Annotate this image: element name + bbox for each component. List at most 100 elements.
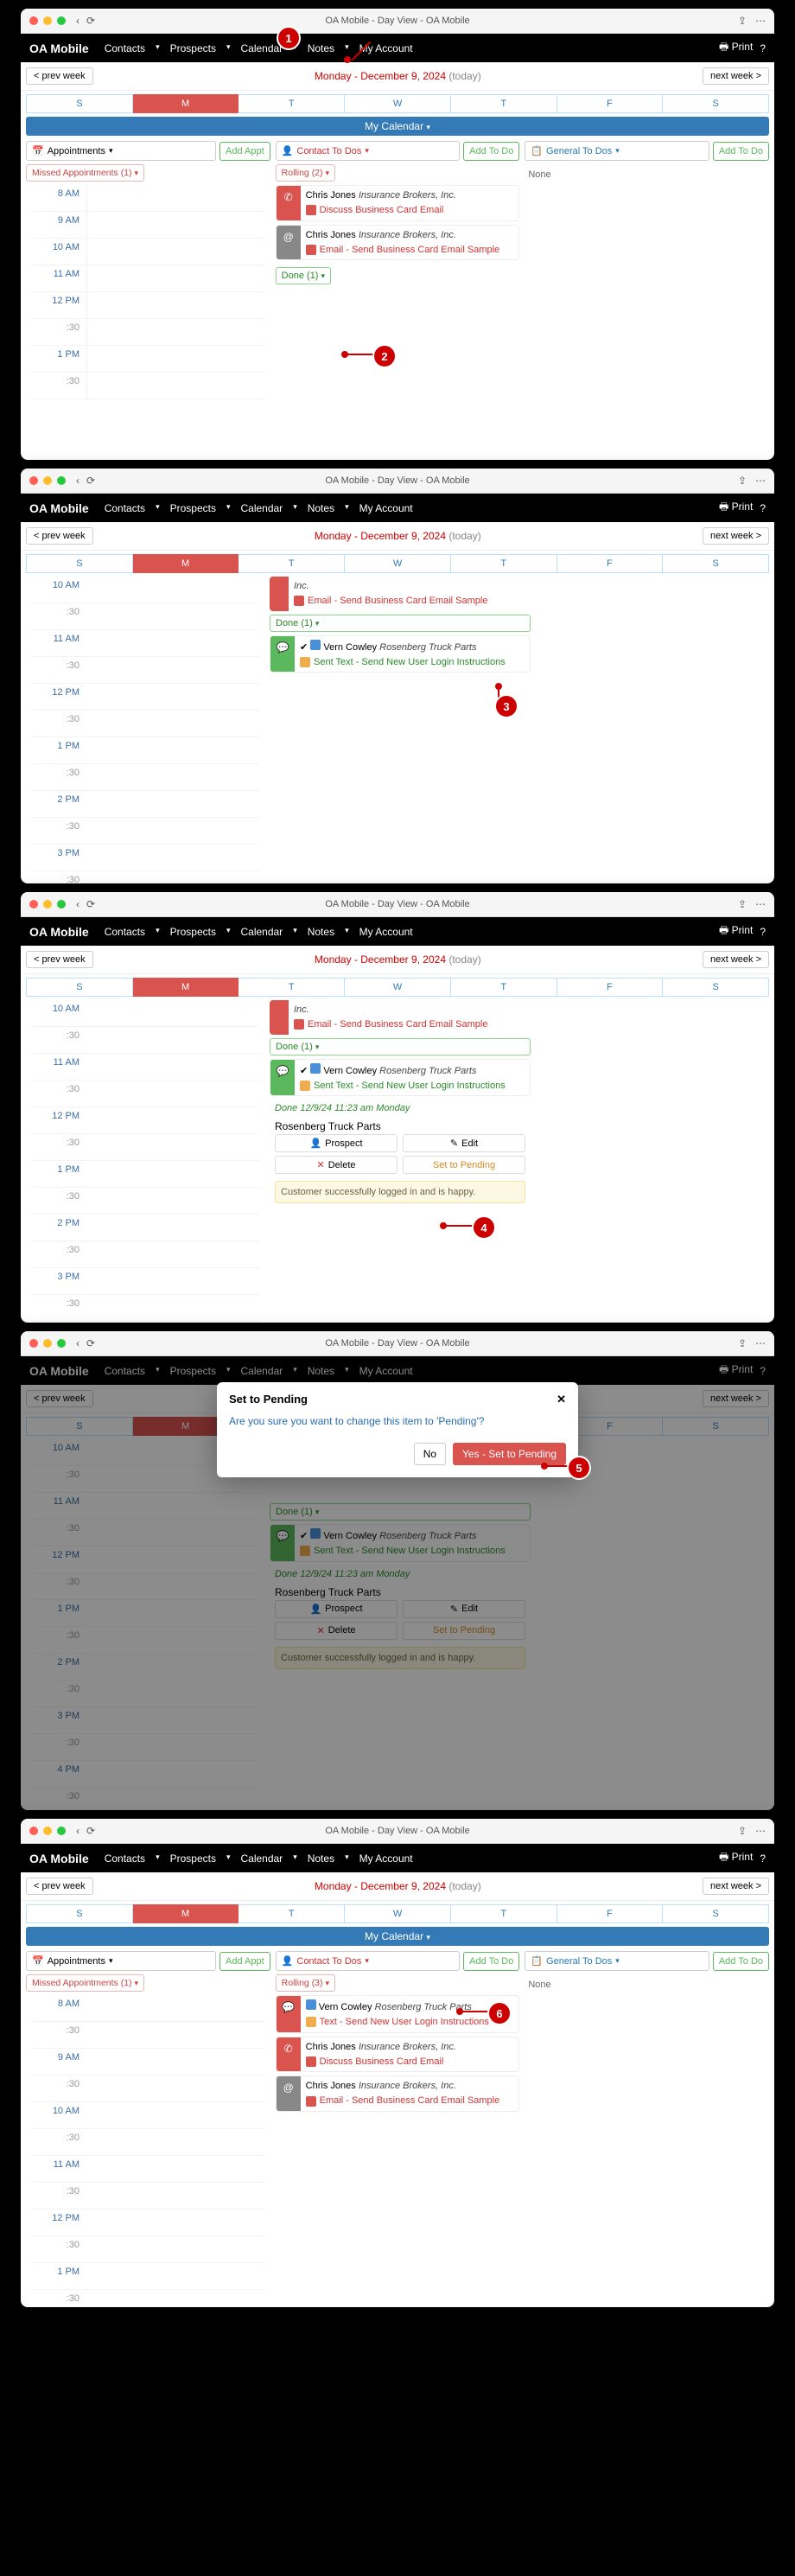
day-f[interactable]: F [557, 94, 664, 113]
modal-no-button[interactable]: No [414, 1443, 446, 1465]
rolling-chip[interactable]: Rolling (3) ▾ [276, 1974, 335, 1992]
card-chris-2[interactable]: @ Chris Jones Insurance Brokers, Inc. Em… [276, 225, 520, 261]
my-calendar-banner[interactable]: My Calendar ▾ [26, 1927, 769, 1946]
day-row: S M T W T F S [26, 94, 769, 113]
add-todo-button-2[interactable]: Add To Do [713, 142, 769, 161]
help-link[interactable]: ? [760, 42, 766, 54]
contact-todos-dropdown[interactable]: 👤 Contact To Dos ▾ [276, 141, 461, 161]
browser-nav[interactable]: ‹⟳ [76, 898, 95, 910]
day-row: S M T W T F S [26, 554, 769, 573]
timeline: 10 AM :30 11 AM :30 12 PM :30 1 PM :30 2… [26, 577, 264, 883]
day-w[interactable]: W [345, 94, 451, 113]
next-week-button[interactable]: next week > [703, 951, 769, 968]
browser-title: OA Mobile - Day View - OA Mobile [325, 475, 469, 486]
prev-week-button[interactable]: < prev week [26, 1878, 93, 1895]
browser-nav[interactable]: ‹⟳ [76, 1825, 95, 1837]
browser-nav[interactable]: ‹⟳ [76, 1337, 95, 1349]
next-week-button[interactable]: next week > [703, 1878, 769, 1895]
day-t[interactable]: T [238, 94, 345, 113]
titlebar: ‹⟳ OA Mobile - Day View - OA Mobile ⇪⋯ [21, 469, 774, 494]
time-8am: 8 AM [31, 185, 86, 211]
missed-appointments-chip[interactable]: Missed Appointments (1) ▾ [26, 164, 144, 182]
contact-todos-dropdown[interactable]: 👤 Contact To Dos ▾ [276, 1951, 461, 1971]
browser-actions[interactable]: ⇪⋯ [738, 15, 766, 27]
traffic-lights[interactable] [29, 16, 66, 25]
edit-button[interactable]: ✎ Edit [403, 1134, 525, 1152]
done-chip[interactable]: Done (1) ▾ [270, 1038, 531, 1055]
print-link[interactable]: 🖶 Print [719, 39, 753, 57]
traffic-lights[interactable] [29, 1827, 66, 1835]
modal-yes-button[interactable]: Yes - Set to Pending [453, 1443, 566, 1465]
yellow-chip-icon [306, 2017, 316, 2027]
card-vern[interactable]: 💬 ✔ Vern Cowley Rosenberg Truck Parts Se… [270, 1059, 531, 1097]
set-to-pending-button[interactable]: Set to Pending [403, 1156, 525, 1174]
done-chip[interactable]: Done (1) ▾ [270, 615, 531, 632]
phone-icon: ✆ [277, 2037, 301, 2072]
prev-week-button[interactable]: < prev week [26, 527, 93, 545]
brand[interactable]: OA Mobile [29, 501, 89, 515]
day-t2[interactable]: T [451, 94, 557, 113]
card-inc[interactable]: Inc. Email - Send Business Card Email Sa… [270, 1000, 531, 1035]
traffic-lights[interactable] [29, 476, 66, 485]
add-appt-button[interactable]: Add Appt [219, 1952, 270, 1971]
appointments-dropdown[interactable]: 📅 Appointments ▾ [26, 1951, 216, 1971]
red-chip-icon [294, 596, 304, 606]
menu-prospects[interactable]: Prospects [167, 42, 219, 54]
done-chip[interactable]: Done (1) ▾ [276, 267, 331, 284]
print-link[interactable]: 🖶 Print [719, 499, 753, 517]
card-chris-1[interactable]: ✆ Chris Jones Insurance Brokers, Inc. Di… [276, 2037, 520, 2073]
close-icon[interactable]: ✕ [556, 1393, 566, 1406]
prospect-button[interactable]: 👤Prospect [275, 1134, 398, 1152]
calendar-icon [310, 1063, 321, 1074]
main-menu[interactable]: Contacts▾ Prospects▾ Calendar▾ Notes▾ My… [101, 502, 417, 514]
middle-column: Inc. Email - Send Business Card Email Sa… [270, 577, 531, 883]
callout-1: 1 [277, 26, 301, 50]
col-general-todos: 📋 General To Dos ▾ Add To Do None [525, 141, 769, 405]
day-m[interactable]: M [133, 94, 239, 113]
browser-actions[interactable]: ⇪⋯ [738, 1337, 766, 1349]
add-appt-button[interactable]: Add Appt [219, 142, 270, 161]
browser-nav[interactable]: ‹⟳ [76, 475, 95, 487]
time-12pm: 12 PM [31, 292, 86, 318]
card-chris-2[interactable]: @ Chris Jones Insurance Brokers, Inc. Em… [276, 2075, 520, 2112]
browser-nav[interactable]: ‹⟳ [76, 15, 95, 27]
next-week-button[interactable]: next week > [703, 67, 769, 85]
help-link[interactable]: ? [760, 502, 766, 514]
general-todos-dropdown[interactable]: 📋 General To Dos ▾ [525, 1951, 709, 1971]
day-s[interactable]: S [26, 94, 133, 113]
browser-actions[interactable]: ⇪⋯ [738, 1825, 766, 1837]
chat-icon: 💬 [270, 1060, 295, 1096]
menu-notes[interactable]: Notes [304, 42, 338, 54]
appointments-dropdown[interactable]: 📅 Appointments ▾ [26, 141, 216, 161]
my-calendar-banner[interactable]: My Calendar ▾ [26, 117, 769, 136]
card-inc[interactable]: Inc. Email - Send Business Card Email Sa… [270, 577, 531, 611]
calendar-icon [310, 640, 321, 650]
delete-button[interactable]: ✕Delete [275, 1156, 398, 1174]
card-vern[interactable]: 💬 ✔ Vern Cowley Rosenberg Truck Parts Se… [270, 635, 531, 673]
traffic-lights[interactable] [29, 900, 66, 909]
titlebar: ‹⟳ OA Mobile - Day View - OA Mobile ⇪⋯ [21, 892, 774, 917]
none-text: None [525, 164, 769, 185]
next-week-button[interactable]: next week > [703, 527, 769, 545]
prev-week-button[interactable]: < prev week [26, 67, 93, 85]
callout-3: 3 [494, 694, 518, 718]
day-s2[interactable]: S [663, 94, 769, 113]
prev-week-button[interactable]: < prev week [26, 951, 93, 968]
col-contact-todos: 👤 Contact To Dos ▾ Add To Do Rolling (2)… [276, 141, 520, 405]
add-todo-button-1[interactable]: Add To Do [463, 142, 519, 161]
appbar: OA Mobile Contacts▾ Prospects▾ Calendar▾… [21, 494, 774, 522]
browser-actions[interactable]: ⇪⋯ [738, 898, 766, 910]
card-chris-1[interactable]: ✆ Chris Jones Insurance Brokers, Inc. Di… [276, 185, 520, 221]
browser-actions[interactable]: ⇪⋯ [738, 475, 766, 487]
brand[interactable]: OA Mobile [29, 41, 89, 55]
card-vern-pending[interactable]: 💬 Vern Cowley Rosenberg Truck Parts Text… [276, 1995, 520, 2033]
callout-5: 5 [567, 1456, 591, 1480]
rolling-chip[interactable]: Rolling (2) ▾ [276, 164, 335, 182]
calendar-icon [306, 1999, 316, 2010]
time-1230: :30 [31, 319, 86, 345]
missed-appointments-chip[interactable]: Missed Appointments (1) ▾ [26, 1974, 144, 1992]
titlebar: ‹⟳ OA Mobile - Day View - OA Mobile ⇪⋯ [21, 9, 774, 34]
traffic-lights[interactable] [29, 1339, 66, 1348]
general-todos-dropdown[interactable]: 📋 General To Dos ▾ [525, 141, 709, 161]
menu-contacts[interactable]: Contacts [101, 42, 149, 54]
